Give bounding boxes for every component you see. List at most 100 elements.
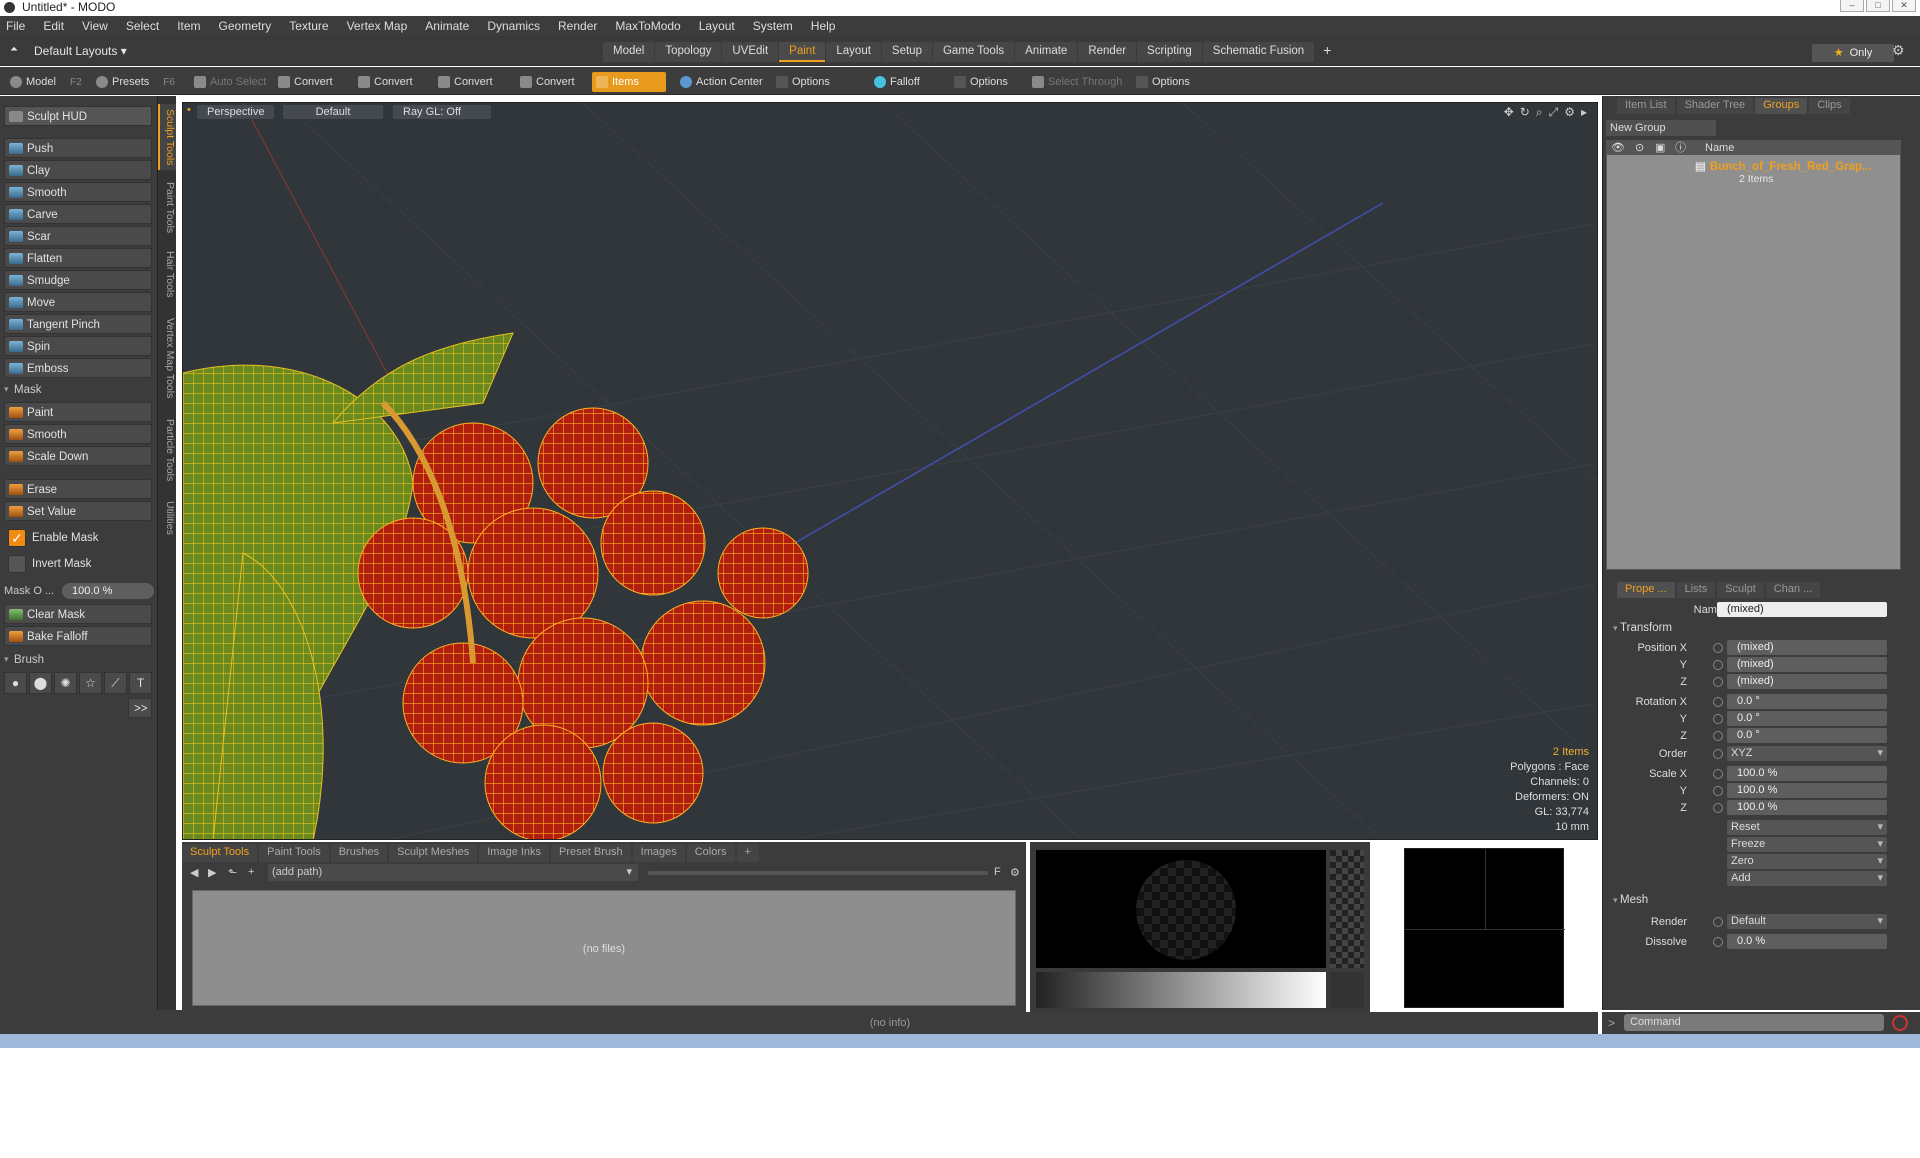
falloff-button[interactable]: Falloff: [870, 72, 920, 92]
shading-style-dropdown[interactable]: Default: [283, 105, 383, 119]
mask-section-header[interactable]: Mask: [4, 384, 41, 396]
file-list[interactable]: (no files): [192, 890, 1016, 1006]
menu-view[interactable]: View: [82, 19, 108, 33]
menu-layout[interactable]: Layout: [699, 19, 735, 33]
tab-sculpt-tools[interactable]: Sculpt Tools: [182, 844, 258, 862]
menu-dynamics[interactable]: Dynamics: [487, 19, 540, 33]
mask-scale-down-button[interactable]: Scale Down: [4, 446, 152, 466]
grapes-mesh[interactable]: [183, 332, 809, 840]
layout-tab-scripting[interactable]: Scripting: [1137, 42, 1202, 62]
forward-arrow-icon[interactable]: ▶: [208, 866, 216, 879]
action-center-button[interactable]: Action Center: [676, 72, 763, 92]
tool-flatten[interactable]: Flatten: [4, 248, 152, 268]
back-arrow-icon[interactable]: ◀: [190, 866, 198, 879]
presets-button[interactable]: Presets F6: [92, 72, 175, 92]
rotation-z-field[interactable]: 0.0 °: [1727, 728, 1887, 743]
group-row[interactable]: ▤ Bunch_of_Fresh_Red_Grap...: [1695, 159, 1872, 173]
tool-move[interactable]: Move: [4, 292, 152, 312]
dissolve-field[interactable]: 0.0 %: [1727, 934, 1887, 949]
items-mode-button[interactable]: Items: [592, 72, 666, 92]
hard-brush-icon[interactable]: ⬤: [29, 672, 52, 694]
enable-mask-toggle[interactable]: ✓ Enable Mask: [4, 528, 98, 548]
vtab-particle-tools[interactable]: Particle Tools: [158, 414, 176, 486]
add-tab-button[interactable]: +: [736, 844, 759, 862]
tab-preset-brush[interactable]: Preset Brush: [551, 844, 631, 862]
convert-button-2[interactable]: Convert: [354, 72, 413, 92]
menu-select[interactable]: Select: [126, 19, 159, 33]
star-brush-icon[interactable]: ☆: [79, 672, 102, 694]
layout-tab-render[interactable]: Render: [1078, 42, 1137, 62]
tab-item-list[interactable]: Item List: [1617, 98, 1675, 114]
viewport-expand-icon[interactable]: ▸: [1581, 105, 1587, 120]
tab-colors[interactable]: Colors: [686, 844, 735, 862]
render-column-icon[interactable]: ▣: [1655, 141, 1665, 155]
filter-icon[interactable]: F: [994, 866, 1001, 878]
menu-maxtomodo[interactable]: MaxToModo: [615, 19, 680, 33]
vtab-paint-tools[interactable]: Paint Tools: [158, 176, 176, 240]
layout-tab-animate[interactable]: Animate: [1015, 42, 1078, 62]
mask-set-value-button[interactable]: Set Value: [4, 501, 152, 521]
scale-z-field[interactable]: 100.0 %: [1727, 800, 1887, 815]
rotate-icon[interactable]: ↻: [1520, 105, 1530, 120]
menu-render[interactable]: Render: [558, 19, 597, 33]
browser-gear-icon[interactable]: ⚙: [1010, 866, 1020, 879]
layout-tab-model[interactable]: Model: [603, 42, 655, 62]
bake-falloff-button[interactable]: Bake Falloff: [4, 626, 152, 646]
sculpt-hud-button[interactable]: Sculpt HUD: [4, 106, 152, 126]
tab-sculpt[interactable]: Sculpt: [1717, 582, 1764, 598]
options-button-1[interactable]: Options: [772, 72, 830, 92]
tool-emboss[interactable]: Emboss: [4, 358, 152, 378]
auto-select-button[interactable]: Auto Select: [190, 72, 266, 92]
viewport-menu-icon[interactable]: •: [187, 104, 191, 116]
layout-expand-icon[interactable]: ⏶: [10, 44, 18, 55]
vtab-utilities[interactable]: Utilities: [158, 492, 176, 544]
order-dropdown[interactable]: XYZ: [1727, 746, 1887, 761]
command-input[interactable]: Command: [1624, 1014, 1884, 1031]
model-mode-button[interactable]: Model F2: [6, 72, 82, 92]
tab-lists[interactable]: Lists: [1676, 582, 1716, 598]
gear-icon[interactable]: ⚙: [1892, 42, 1905, 59]
convert-button-4[interactable]: Convert: [516, 72, 575, 92]
select-column-icon[interactable]: ⓘ: [1675, 141, 1686, 155]
tab-shader-tree[interactable]: Shader Tree: [1676, 98, 1754, 114]
menu-animate[interactable]: Animate: [425, 19, 469, 33]
text-brush-icon[interactable]: T: [129, 672, 152, 694]
mesh-section[interactable]: Mesh: [1613, 894, 1648, 906]
raygl-toggle[interactable]: Ray GL: Off: [393, 105, 491, 119]
zoom-slider[interactable]: [648, 871, 988, 875]
layout-tab-uvedit[interactable]: UVEdit: [722, 42, 779, 62]
menu-vertex-map[interactable]: Vertex Map: [347, 19, 408, 33]
tool-scar[interactable]: Scar: [4, 226, 152, 246]
vtab-sculpt-tools[interactable]: Sculpt Tools: [158, 104, 176, 170]
new-group-button[interactable]: New Group: [1606, 120, 1716, 136]
layout-tab-setup[interactable]: Setup: [881, 42, 932, 62]
scale-y-field[interactable]: 100.0 %: [1727, 783, 1887, 798]
layout-tab-game-tools[interactable]: Game Tools: [932, 42, 1015, 62]
mask-erase-button[interactable]: Erase: [4, 479, 152, 499]
select-through-button[interactable]: Select Through: [1028, 72, 1122, 92]
clear-mask-button[interactable]: Clear Mask: [4, 604, 152, 624]
tab-paint-tools[interactable]: Paint Tools: [259, 844, 329, 862]
tool-smudge[interactable]: Smudge: [4, 270, 152, 290]
pan-icon[interactable]: ✥: [1504, 105, 1514, 120]
more-button[interactable]: >>: [128, 698, 152, 718]
convert-button-3[interactable]: Convert: [434, 72, 493, 92]
position-x-field[interactable]: (mixed): [1727, 640, 1887, 655]
viewport-gear-icon[interactable]: ⚙: [1564, 105, 1575, 120]
add-path-icon[interactable]: +: [248, 866, 254, 878]
tab-sculpt-meshes[interactable]: Sculpt Meshes: [389, 844, 478, 862]
name-field[interactable]: (mixed): [1717, 602, 1887, 617]
mask-smooth-button[interactable]: Smooth: [4, 424, 152, 444]
options-button-3[interactable]: Options: [1132, 72, 1190, 92]
add-layout-tab-button[interactable]: +: [1315, 42, 1339, 62]
options-button-2[interactable]: Options: [950, 72, 1008, 92]
tab-channels[interactable]: Chan ...: [1765, 582, 1821, 598]
menu-system[interactable]: System: [753, 19, 793, 33]
visibility-eye-icon[interactable]: 👁: [1611, 141, 1625, 155]
freeze-dropdown[interactable]: Freeze: [1727, 837, 1887, 852]
close-button[interactable]: ✕: [1892, 0, 1916, 12]
menu-texture[interactable]: Texture: [289, 19, 328, 33]
menu-geometry[interactable]: Geometry: [219, 19, 272, 33]
tab-image-inks[interactable]: Image Inks: [479, 844, 550, 862]
invert-mask-toggle[interactable]: Invert Mask: [4, 554, 91, 574]
